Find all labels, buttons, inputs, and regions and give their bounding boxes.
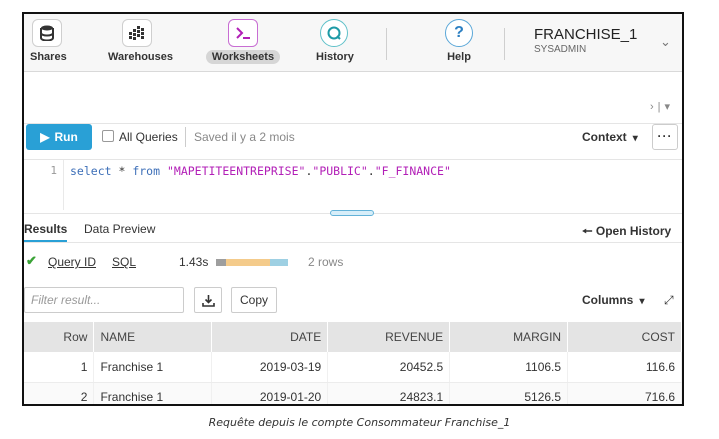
nav-history-label: History: [316, 51, 354, 63]
column-header[interactable]: COST: [567, 322, 682, 352]
nav-worksheets[interactable]: Worksheets: [202, 14, 284, 72]
column-header[interactable]: Row: [24, 322, 95, 352]
table-cell[interactable]: 1106.5: [449, 352, 569, 383]
expand-icon[interactable]: ⤢: [664, 293, 674, 308]
column-header[interactable]: MARGIN: [449, 322, 569, 352]
run-button[interactable]: ▶ Run: [26, 124, 92, 150]
snowflake-console: Shares Warehouses Worksheets History ? H: [22, 12, 684, 406]
worksheet-tab-strip: ›|▾: [24, 72, 682, 124]
table-cell[interactable]: 2019-01-20: [211, 382, 329, 404]
database-icon: [32, 19, 62, 47]
sql-dot: .: [367, 164, 375, 178]
play-icon: ▶: [40, 130, 50, 144]
results-toolbar: Copy Columns ▾ ⤢: [24, 287, 682, 317]
table-header-row: Row NAME DATE REVENUE MARGIN COST: [24, 322, 682, 352]
check-icon: ✔: [26, 253, 37, 268]
columns-label: Columns: [582, 293, 634, 307]
nav-divider: [504, 28, 505, 60]
table-cell[interactable]: 2: [24, 382, 95, 404]
table-cell[interactable]: 1: [24, 352, 95, 383]
table-cell[interactable]: 716.6: [567, 382, 682, 404]
sql-string: "F_FINANCE": [374, 164, 451, 178]
timing-bar-exec: [226, 259, 270, 266]
grid-icon: [122, 19, 152, 47]
figure-caption: Requête depuis le compte Consommateur Fr…: [208, 416, 511, 429]
nav-help[interactable]: ? Help: [436, 14, 482, 72]
tab-results[interactable]: Results: [24, 222, 68, 242]
open-history-link[interactable]: 🠔 Open History: [582, 222, 671, 243]
sql-keyword: from: [132, 164, 161, 178]
caret-down-icon[interactable]: ▾: [664, 101, 674, 113]
nav-divider: [386, 28, 387, 60]
tab-data-preview[interactable]: Data Preview: [84, 222, 155, 236]
download-icon: [201, 294, 215, 307]
table-row[interactable]: 2 Franchise 1 2019-01-20 24823.1 5126.5 …: [24, 382, 682, 404]
sql-code-line[interactable]: select * from "MAPETITEENTREPRISE"."PUBL…: [70, 164, 451, 178]
context-label: Context: [582, 130, 627, 144]
table-cell[interactable]: 116.6: [567, 352, 682, 383]
download-button[interactable]: [194, 287, 222, 313]
sql-link[interactable]: SQL: [112, 255, 136, 269]
open-history-label: Open History: [595, 224, 672, 238]
account-name: FRANCHISE_1: [534, 26, 638, 43]
nav-shares[interactable]: Shares: [24, 14, 70, 72]
caret-down-icon: ▾: [630, 133, 638, 144]
run-toolbar: ▶ Run All Queries Saved il y a 2 mois Co…: [24, 124, 682, 160]
top-nav: Shares Warehouses Worksheets History ? H: [24, 14, 682, 72]
help-icon: ?: [445, 19, 473, 47]
divider: [185, 127, 186, 147]
chevron-down-icon[interactable]: ⌄: [660, 34, 671, 50]
results-table: Row NAME DATE REVENUE MARGIN COST 1 Fran…: [24, 322, 682, 404]
saved-status: Saved il y a 2 mois: [194, 130, 295, 144]
run-label: Run: [54, 130, 78, 144]
nav-history[interactable]: History: [310, 14, 358, 72]
timing-bar-fetch: [270, 259, 288, 266]
query-duration: 1.43s: [179, 255, 209, 269]
sql-string: "PUBLIC": [312, 164, 368, 178]
row-count: 2 rows: [308, 255, 344, 269]
copy-button[interactable]: Copy: [231, 287, 277, 313]
filter-result-input[interactable]: [24, 287, 184, 313]
account-role: SYSADMIN: [534, 44, 587, 55]
all-queries-checkbox[interactable]: [102, 130, 114, 142]
results-tabs: Results Data Preview 🠔 Open History: [24, 217, 682, 243]
strip-controls[interactable]: ›|▾: [650, 100, 674, 113]
resize-handle[interactable]: [330, 210, 374, 216]
sql-keyword: select: [70, 164, 112, 178]
table-cell[interactable]: 5126.5: [449, 382, 569, 404]
table-cell[interactable]: Franchise 1: [93, 382, 213, 404]
sql-operator: *: [111, 164, 133, 178]
account-switcher[interactable]: FRANCHISE_1 SYSADMIN: [534, 26, 637, 55]
history-icon: [320, 19, 348, 47]
columns-dropdown[interactable]: Columns ▾: [582, 293, 645, 307]
query-status: ✔ Query ID SQL 1.43s 2 rows: [24, 252, 682, 274]
sql-editor[interactable]: 1 select * from "MAPETITEENTREPRISE"."PU…: [24, 160, 682, 210]
all-queries-label: All Queries: [119, 130, 178, 144]
chevron-right-icon[interactable]: ›: [650, 101, 658, 113]
line-number: 1: [24, 160, 64, 210]
sql-string: "MAPETITEENTREPRISE": [166, 164, 306, 178]
context-dropdown[interactable]: Context ▾: [582, 130, 638, 144]
more-options-button[interactable]: ···: [652, 124, 678, 150]
nav-shares-label: Shares: [30, 51, 67, 63]
column-header[interactable]: DATE: [211, 322, 329, 352]
query-id-link[interactable]: Query ID: [48, 255, 96, 269]
table-cell[interactable]: Franchise 1: [93, 352, 213, 383]
nav-help-label: Help: [447, 51, 471, 63]
table-cell[interactable]: 20452.5: [327, 352, 451, 383]
timing-bar-compile: [216, 259, 226, 266]
table-cell[interactable]: 2019-03-19: [211, 352, 329, 383]
nav-worksheets-label: Worksheets: [205, 50, 281, 64]
caret-down-icon: ▾: [636, 296, 645, 307]
column-header[interactable]: REVENUE: [327, 322, 451, 352]
terminal-icon: [228, 19, 258, 47]
nav-warehouses-label: Warehouses: [108, 51, 174, 63]
nav-warehouses[interactable]: Warehouses: [102, 14, 173, 72]
arrow-left-icon: 🠔: [582, 224, 593, 238]
table-row[interactable]: 1 Franchise 1 2019-03-19 20452.5 1106.5 …: [24, 352, 682, 383]
table-cell[interactable]: 24823.1: [327, 382, 451, 404]
column-header[interactable]: NAME: [93, 322, 213, 352]
